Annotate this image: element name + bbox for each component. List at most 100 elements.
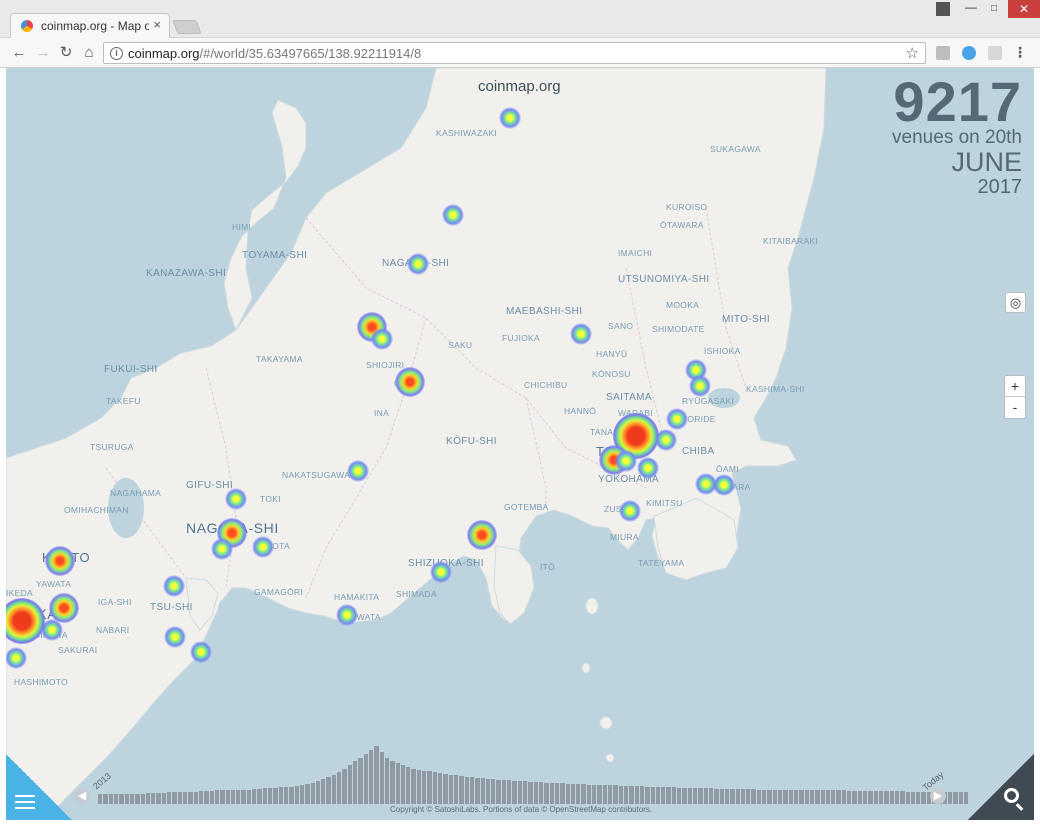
timeline-bar [841,790,847,804]
info-icon[interactable]: i [110,47,123,60]
coinmap-brand: coinmap.org [478,78,561,95]
timeline-bar [740,788,746,804]
timeline-bar [581,783,586,804]
zoom-out-button[interactable]: - [1005,397,1025,418]
timeline-bar [172,792,177,804]
timeline-bar [315,780,321,804]
timeline-bar [119,794,124,804]
timeline-histogram[interactable] [98,744,969,804]
timeline-bar [756,789,762,804]
timeline-bar [948,792,953,804]
timeline-bar [98,794,103,804]
timeline-bar [459,775,464,804]
label-kanazawa: KANAZAWA-SHI [146,268,227,279]
forward-arrow-icon[interactable]: → [34,44,52,62]
label-hanno: HANNŌ [564,406,597,416]
hamburger-menu-icon[interactable] [15,795,35,813]
locate-me-icon[interactable]: ◎ [1005,292,1026,313]
pdf-extension-icon[interactable] [988,46,1002,60]
timeline-left-arrow-icon[interactable]: ◀ [74,788,90,804]
timeline-bar [809,790,815,804]
timeline-bar [108,794,113,804]
timeline-bar [347,765,352,804]
label-shimada: SHIMADA [396,589,437,599]
browser-menu-icon[interactable]: ⋮ [1013,44,1027,61]
home-icon[interactable]: ⌂ [80,44,98,62]
label-nakatsugawa: NAKATSUGAWA [282,470,351,480]
minimize-button[interactable]: — [962,0,980,18]
timeline-bar [305,783,310,804]
url-text[interactable]: coinmap.org/#/world/35.63497665/138.9221… [128,46,421,61]
map-viewport[interactable]: KASHIWAZAKI SUKAGAWA KUROISO ŌTAWARA HIM… [6,68,1034,820]
label-mito: MITO-SHI [722,314,771,325]
label-sakurai: SAKURAI [58,645,98,655]
timeline-bar [236,789,241,804]
search-button[interactable] [968,754,1034,820]
back-arrow-icon[interactable]: ← [10,44,28,62]
timeline-bar [884,791,889,804]
timeline-bar [209,791,214,804]
reload-icon[interactable]: ↻ [57,44,75,62]
venue-count: 9217 [893,70,1022,133]
timeline-bar [257,788,262,804]
label-ryugasaki: RYŪGASAKI [682,396,735,406]
new-tab-button[interactable] [172,20,202,34]
label-sano: SANO [608,321,634,331]
label-imaichi: IMAICHI [618,248,653,258]
timeline-bar [533,781,538,804]
timeline-bar [113,794,119,804]
label-osaka: OSAKA [6,606,58,622]
timeline-bar [273,787,278,804]
timeline-bar [916,792,921,804]
tab-close-icon[interactable]: × [153,17,161,32]
image-extension-icon[interactable] [936,46,950,60]
close-window-button[interactable]: ✕ [1008,0,1040,18]
label-gotemba: GOTEMBA [504,502,549,512]
label-tsu: TSU-SHI [150,602,193,613]
menu-button[interactable] [6,754,72,820]
label-iwata: IWATA [354,612,381,622]
timeline-bar [438,773,443,804]
timeline-bar [852,791,857,804]
label-fukui: FUKUI-SHI [104,364,158,375]
timeline-bar [289,786,294,804]
venues-on-date: venues on 20th [892,127,1022,148]
zoom-in-button[interactable]: + [1005,376,1025,397]
label-ikeda: IKEDA [6,588,34,598]
label-nagano: NAGANO-SHI [382,258,450,269]
timeline-bar [156,793,161,804]
timeline-bar [778,789,783,804]
label-takefu: TAKEFU [106,396,141,406]
timeline-bar [225,790,230,804]
label-chiba: CHIBA [682,446,715,457]
label-nagahama: NAGAHAMA [110,488,162,498]
label-tokyo: TOKYO [596,444,645,459]
timeline-right-arrow-icon[interactable]: ▶ [930,788,946,804]
label-saku: SAKU [448,340,473,350]
label-kitaibaraki: KITAIBARAKI [763,236,819,246]
label-iga: IGA-SHI [98,597,132,607]
timeline-bar [145,793,151,804]
timeline-bar [384,757,390,804]
timeline-bar [416,770,422,804]
browser-tab[interactable]: coinmap.org - Map of × [10,13,170,39]
label-warabi: WARABI [618,408,654,418]
address-bar[interactable]: i coinmap.org/#/world/35.63497665/138.92… [103,42,926,64]
tab-title: coinmap.org - Map of [41,19,149,33]
user-profile-icon[interactable] [936,2,950,16]
timeline-bar [538,781,544,804]
timeline-bar [815,790,820,804]
label-tanashi: TANASHI [590,427,629,437]
timeline-bar [294,785,299,804]
timeline-bar [453,775,459,804]
timeline-bar [342,769,347,804]
timeline-bar [730,788,735,804]
timeline-bar [135,794,140,804]
label-himi: HIMI [232,222,252,232]
maximize-button[interactable]: □ [985,0,1003,18]
cloud-extension-icon[interactable] [962,46,976,60]
search-icon[interactable] [1004,788,1019,803]
bookmark-star-icon[interactable]: ☆ [906,44,919,62]
label-miura: MIURA [610,532,639,542]
timeline-bar [161,793,167,804]
